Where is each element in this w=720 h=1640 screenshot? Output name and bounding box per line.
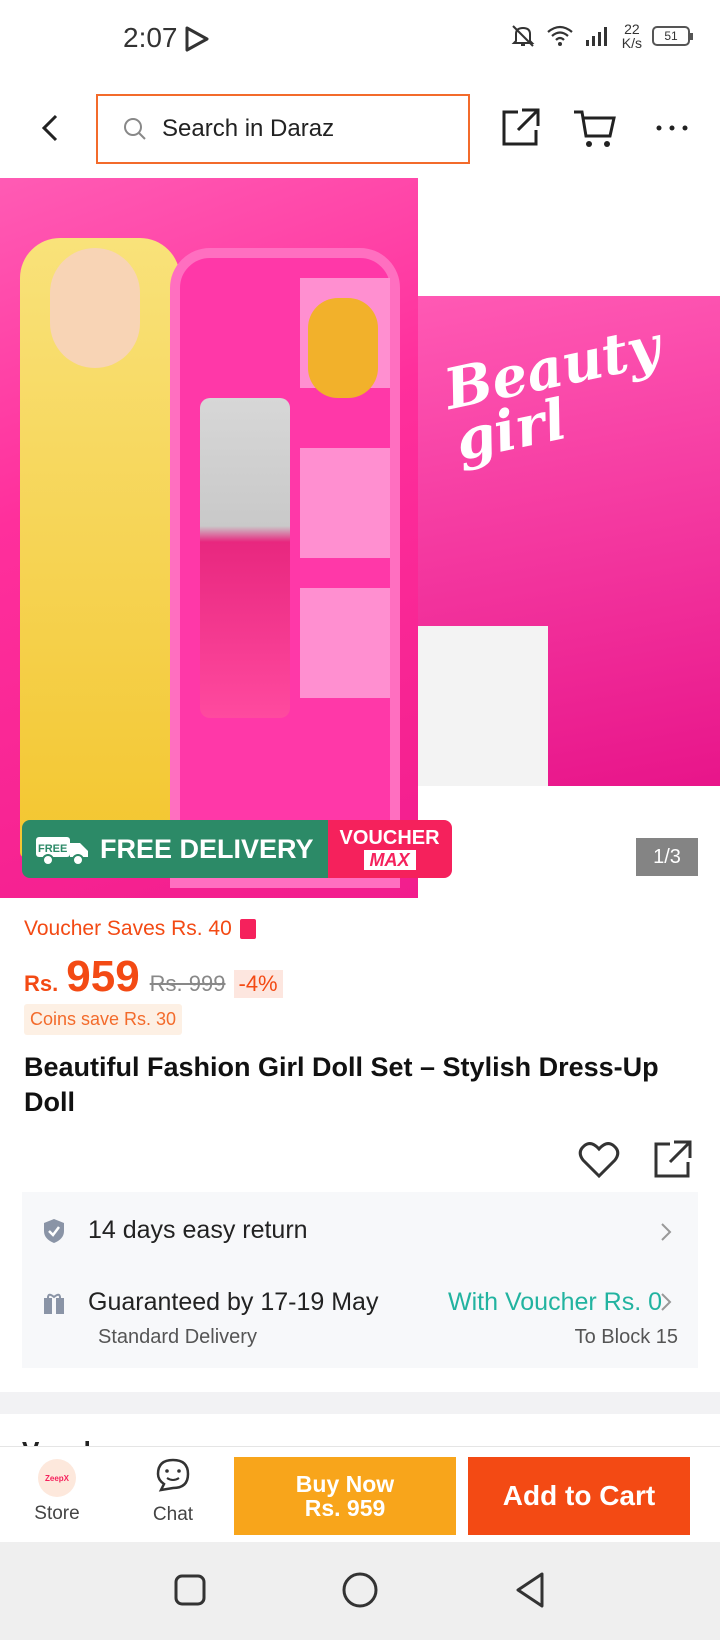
product-image-gallery[interactable]: Beauty girl FREE FREE DELIVERY VOUCHER M… — [0, 178, 720, 898]
delivery-guarantee: Guaranteed by 17-19 May — [88, 1288, 379, 1316]
wardrobe-shelf — [300, 588, 390, 698]
voucher-max-text: MAX — [363, 850, 416, 870]
original-price: Rs. 999 — [149, 971, 226, 996]
store-logo: ZeepX — [38, 1459, 76, 1497]
white-panel — [418, 626, 548, 786]
buy-now-price: Rs. 959 — [304, 1495, 386, 1521]
cart-icon[interactable] — [572, 106, 618, 150]
share-icon[interactable] — [498, 106, 542, 150]
price-currency: Rs. — [24, 971, 59, 996]
beauty-girl-text: Beauty girl — [438, 313, 667, 474]
wardrobe-shelf — [300, 448, 390, 558]
delivery-type: Standard Delivery — [98, 1326, 257, 1348]
price-row: Rs. 959 Rs. 999 -4% — [24, 952, 283, 1002]
voucher-text: VOUCHER — [339, 827, 440, 849]
doll-dress — [200, 398, 290, 718]
coins-save-badge: Coins save Rs. 30 — [24, 1004, 183, 1035]
more-icon[interactable] — [654, 106, 690, 150]
store-label: Store — [34, 1503, 80, 1524]
status-bar: 2:07 22 K/s 51 — [0, 0, 720, 80]
return-text: 14 days easy return — [88, 1216, 308, 1244]
doll-head — [50, 248, 140, 368]
voucher-max-badge: VOUCHER MAX — [327, 820, 452, 878]
promo-badge: FREE FREE DELIVERY VOUCHER MAX — [22, 820, 452, 878]
service-info-box: 14 days easy return Guaranteed by 17-19 … — [22, 1192, 698, 1368]
signal-icon — [585, 27, 607, 46]
delivery-location: To Block 15 — [574, 1326, 678, 1348]
voucher-icon — [239, 919, 256, 939]
product-title: Beautiful Fashion Girl Doll Set – Stylis… — [24, 1052, 659, 1117]
delivery-voucher: With Voucher Rs. 0 — [448, 1288, 662, 1316]
section-divider — [0, 1392, 720, 1414]
heart-icon[interactable] — [578, 1140, 620, 1180]
search-input[interactable]: Search in Daraz — [96, 94, 470, 164]
search-placeholder: Search in Daraz — [162, 115, 335, 142]
battery-indicator: 51 — [652, 26, 693, 46]
shield-icon — [44, 1219, 64, 1243]
discount-badge: -4% — [233, 970, 283, 998]
wifi-icon — [547, 25, 573, 46]
status-time: 2:07 — [123, 22, 178, 53]
chevron-right-icon — [661, 1223, 672, 1241]
product-image-secondary[interactable]: Beauty girl — [418, 296, 720, 786]
back-icon[interactable] — [30, 108, 70, 148]
mute-icon — [511, 25, 535, 47]
chat-button[interactable]: Chat — [140, 1457, 206, 1526]
chevron-right-icon — [661, 1293, 672, 1311]
recent-apps-icon[interactable] — [172, 1570, 208, 1610]
chat-label: Chat — [152, 1504, 194, 1525]
return-policy-row[interactable]: 14 days easy return — [22, 1192, 698, 1272]
network-speed: 22 K/s — [621, 21, 642, 51]
buy-now-label: Buy Now — [295, 1471, 395, 1497]
status-indicators: 22 K/s 51 — [510, 21, 693, 51]
gift-icon — [44, 1293, 64, 1314]
store-button[interactable]: ZeepX Store — [26, 1459, 88, 1525]
home-icon[interactable] — [340, 1570, 380, 1610]
voucher-saves[interactable]: Voucher Saves Rs. 40 — [24, 917, 256, 941]
wardrobe-toy — [170, 248, 400, 888]
back-nav-icon[interactable] — [512, 1570, 548, 1610]
bottom-action-bar: ZeepX Store Chat Buy Now Rs. 959 Add to … — [0, 1446, 720, 1542]
truck-icon: FREE — [36, 837, 88, 866]
free-small-text: FREE — [38, 843, 67, 855]
free-delivery-text: FREE DELIVERY — [100, 833, 314, 864]
add-to-cart-button[interactable]: Add to Cart — [468, 1457, 690, 1535]
free-delivery-badge: FREE FREE DELIVERY — [22, 820, 328, 878]
top-navigation: Search in Daraz — [0, 86, 720, 172]
price-amount: 959 — [66, 952, 140, 1001]
image-counter: 1/3 — [636, 838, 698, 876]
voucher-saves-text: Voucher Saves Rs. 40 — [24, 917, 232, 940]
search-icon — [124, 118, 146, 140]
share-icon[interactable] — [650, 1138, 694, 1182]
teddy-bear — [308, 298, 378, 398]
buy-now-button[interactable]: Buy Now Rs. 959 — [234, 1457, 456, 1535]
product-image-main[interactable] — [0, 178, 418, 898]
play-store-icon — [185, 26, 209, 52]
chat-icon — [156, 1458, 190, 1492]
system-navigation-bar — [0, 1542, 720, 1640]
